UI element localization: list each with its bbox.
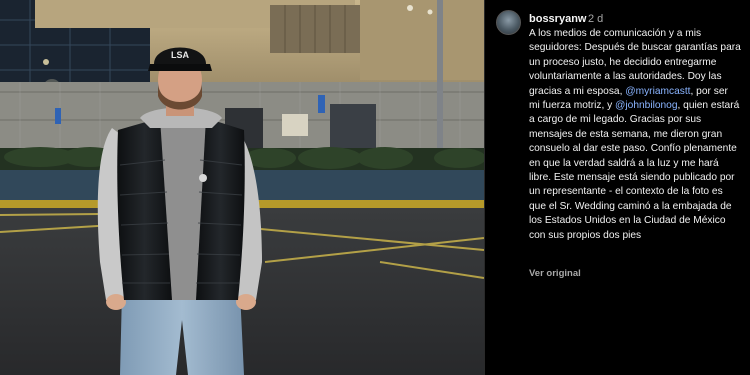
mention-link-johnbilonog[interactable]: @johnbilonog	[615, 100, 677, 111]
caption-text: , quien estará a cargo de mi legado. Gra…	[529, 100, 740, 241]
username-link[interactable]: bossryanw	[529, 13, 586, 25]
see-original-link[interactable]: Ver original	[529, 268, 581, 279]
cap-logo: LSA	[171, 50, 190, 60]
post-caption: A los medios de comunicación y a mis seg…	[529, 27, 741, 243]
avatar[interactable]	[496, 10, 521, 35]
post-photo[interactable]: LSA	[0, 0, 484, 375]
instagram-post-view: LSA bossryanw 2 d A los medios de comuni…	[0, 0, 750, 375]
mention-link-myriamcastt[interactable]: @myriamcastt	[625, 86, 690, 97]
photo-illustration: LSA	[0, 0, 484, 375]
post-age: 2 d	[588, 13, 604, 25]
